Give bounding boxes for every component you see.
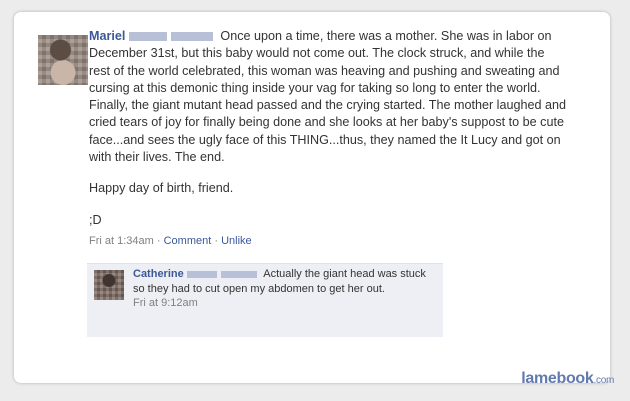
- comment-body: Catherine Actually the giant head was st…: [133, 267, 433, 311]
- logo-suffix: .com: [593, 375, 615, 386]
- author-avatar[interactable]: [38, 35, 88, 85]
- lamebook-logo: lamebook.com: [521, 370, 614, 388]
- post-text: Once upon a time, there was a mother. Sh…: [89, 29, 566, 165]
- commenter-avatar[interactable]: [94, 270, 124, 300]
- meta-separator-2: ·: [211, 234, 222, 247]
- redacted-surname: [128, 32, 167, 42]
- post-meta: Fri at 1:34am · Comment · Unlike: [89, 233, 567, 250]
- logo-brand: lamebook: [521, 370, 594, 387]
- unlike-link[interactable]: Unlike: [221, 235, 252, 247]
- post-message: Mariel Once upon a time, there was a mot…: [89, 28, 567, 166]
- post-body: Mariel Once upon a time, there was a mot…: [89, 28, 567, 250]
- comment-timestamp[interactable]: Fri at 9:12am: [133, 297, 198, 309]
- redacted-surname: [186, 270, 217, 278]
- meta-separator: ·: [153, 234, 164, 247]
- post-line-3: ;D: [89, 212, 102, 227]
- redacted-surname-part: [170, 32, 213, 42]
- comment-link[interactable]: Comment: [164, 235, 212, 247]
- post-line-2: Happy day of birth, friend.: [89, 181, 234, 196]
- commenter-name[interactable]: Catherine: [133, 268, 184, 280]
- redacted-surname-part: [220, 270, 257, 278]
- post-timestamp[interactable]: Fri at 1:34am: [89, 235, 154, 247]
- author-name[interactable]: Mariel: [89, 29, 125, 43]
